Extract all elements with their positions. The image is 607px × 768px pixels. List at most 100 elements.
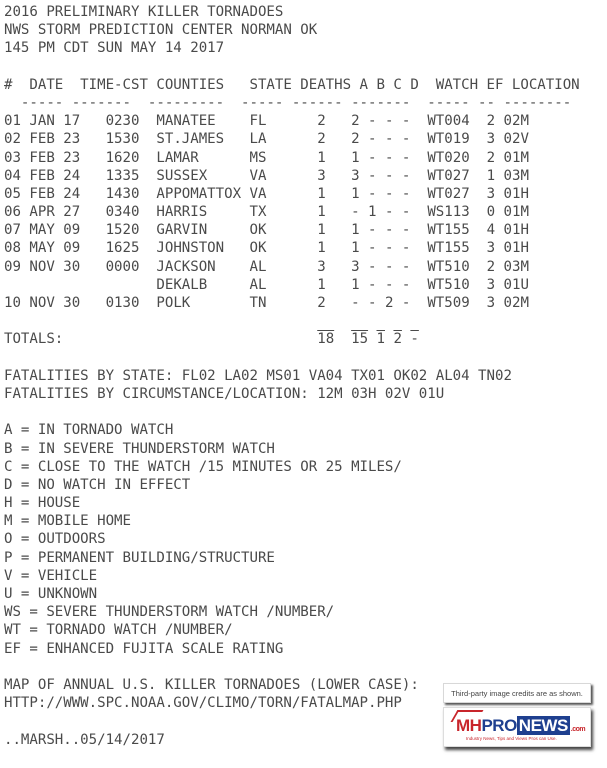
legend-item: A = IN TORNADO WATCH	[4, 422, 174, 439]
cell-state: TN	[249, 295, 301, 311]
cell-watch: WT509	[427, 295, 479, 311]
cell-d: -	[401, 240, 428, 257]
cell-b: -	[368, 258, 385, 275]
cell-b: -	[368, 185, 385, 202]
table-row: 01 JAN 17 0230 MANATEE FL 2 2 - - - WT00…	[4, 112, 580, 130]
cell-deaths: 1	[300, 240, 352, 257]
cell-watch: WS113	[427, 204, 479, 221]
cell-state: FL	[249, 113, 301, 130]
cell-deaths: 3	[300, 258, 352, 275]
cell-date	[29, 277, 105, 293]
cell-num: 03	[4, 149, 30, 166]
total-a: 15	[351, 331, 369, 348]
cell-location: 01H	[503, 240, 529, 257]
cell-d: -	[401, 222, 428, 239]
legend-item: EF = ENHANCED FUJITA SCALE RATING	[4, 640, 284, 657]
cell-county: POLK	[156, 295, 250, 311]
report-source: NWS STORM PREDICTION CENTER NORMAN OK	[4, 22, 318, 39]
cell-a: 2	[351, 113, 369, 130]
cell-county: APPOMATTOX	[156, 185, 250, 202]
cell-county: MANATEE	[156, 113, 250, 130]
cell-d: -	[401, 167, 428, 184]
cell-location: 02M	[503, 113, 529, 130]
cell-a: 3	[351, 258, 369, 275]
legend-item: WS = SEVERE THUNDERSTORM WATCH /NUMBER/	[4, 604, 335, 621]
cell-watch: WT155	[427, 222, 479, 239]
cell-county: ST.JAMES	[156, 131, 250, 148]
cell-c: -	[384, 240, 402, 257]
cell-d: -	[401, 185, 428, 202]
cell-state: OK	[249, 222, 301, 239]
cell-num: 02	[4, 131, 30, 148]
table-header: # DATE TIME-CST COUNTIES STATE DEATHS A …	[4, 76, 580, 93]
table-row: 09 NOV 30 0000 JACKSON AL 3 3 - - - WT51…	[4, 258, 580, 276]
cell-ef: 3	[478, 185, 504, 202]
mhpronews-logo: MHPRO NEWS .com Industry News, Tips and Vi…	[443, 707, 591, 747]
cell-a: 1	[351, 149, 369, 166]
cell-ef: 2	[478, 258, 504, 275]
cell-num: 09	[4, 258, 30, 275]
totals-row: TOTALS: 18 15 1 2 -	[4, 330, 580, 348]
cell-b: -	[368, 131, 385, 148]
cell-time: 1625	[105, 240, 157, 257]
cell-a: 2	[351, 131, 369, 148]
cell-time: 1520	[105, 222, 157, 239]
cell-c: -	[384, 149, 402, 166]
cell-watch: WT027	[427, 185, 479, 202]
table-row: 08 MAY 09 1625 JOHNSTON OK 1 1 - - - WT1…	[4, 239, 580, 257]
cell-state: AL	[249, 258, 301, 275]
cell-watch: WT155	[427, 240, 479, 257]
cell-ef: 2	[478, 149, 504, 166]
cell-location: 02V	[503, 131, 529, 148]
cell-num: 07	[4, 222, 30, 239]
cell-county: HARRIS	[156, 204, 250, 221]
cell-b: 1	[368, 204, 385, 221]
logo-pro: PRO	[481, 716, 517, 735]
logo-wordmark: MHPRO NEWS .com	[456, 716, 586, 738]
cell-county: GARVIN	[156, 222, 250, 239]
cell-county: SUSSEX	[156, 167, 250, 184]
cell-watch: WT510	[427, 258, 479, 275]
cell-b: -	[368, 295, 385, 311]
cell-time: 0230	[105, 113, 157, 130]
cell-state: VA	[249, 185, 301, 202]
report-issued: 145 PM CDT SUN MAY 14 2017	[4, 40, 225, 57]
table-row: 02 FEB 23 1530 ST.JAMES LA 2 2 - - - WT0…	[4, 130, 580, 148]
table-row: 03 FEB 23 1620 LAMAR MS 1 1 - - - WT020 …	[4, 149, 580, 167]
legend-item: P = PERMANENT BUILDING/STRUCTURE	[4, 549, 275, 566]
cell-d: -	[401, 149, 428, 166]
cell-deaths: 1	[300, 185, 352, 202]
cell-county: DEKALB	[156, 276, 250, 293]
total-d: -	[410, 331, 419, 348]
total-b: 1	[376, 331, 385, 348]
cell-d: -	[401, 113, 428, 130]
cell-a: 1	[351, 276, 369, 293]
cell-ef: 3	[478, 295, 504, 311]
cell-d: -	[401, 276, 428, 293]
cell-date: FEB 24	[29, 185, 106, 202]
cell-b: -	[368, 167, 385, 184]
cell-b: -	[368, 222, 385, 239]
cell-ef: 2	[478, 113, 504, 130]
cell-time	[106, 277, 157, 293]
table-body: 01 JAN 17 0230 MANATEE FL 2 2 - - - WT00…	[4, 112, 580, 312]
cell-num: 01	[4, 113, 30, 130]
cell-watch: WT020	[427, 149, 479, 166]
cell-date: FEB 24	[29, 167, 106, 184]
cell-ef: 4	[478, 222, 504, 239]
cell-location: 03M	[503, 258, 529, 275]
legend-item: V = VEHICLE	[4, 567, 98, 584]
cell-a: 3	[351, 167, 369, 184]
cell-deaths: 1	[300, 222, 352, 239]
cell-ef: 3	[478, 131, 504, 148]
logo-news: NEWS	[516, 716, 570, 735]
cell-c: -	[384, 204, 402, 221]
cell-location: 02M	[503, 295, 529, 311]
total-c: 2	[393, 331, 402, 348]
cell-ef: 3	[478, 276, 504, 293]
cell-watch: WT019	[427, 131, 479, 148]
cell-state: MS	[249, 149, 301, 166]
table-row: 07 MAY 09 1520 GARVIN OK 1 1 - - - WT155…	[4, 221, 580, 239]
